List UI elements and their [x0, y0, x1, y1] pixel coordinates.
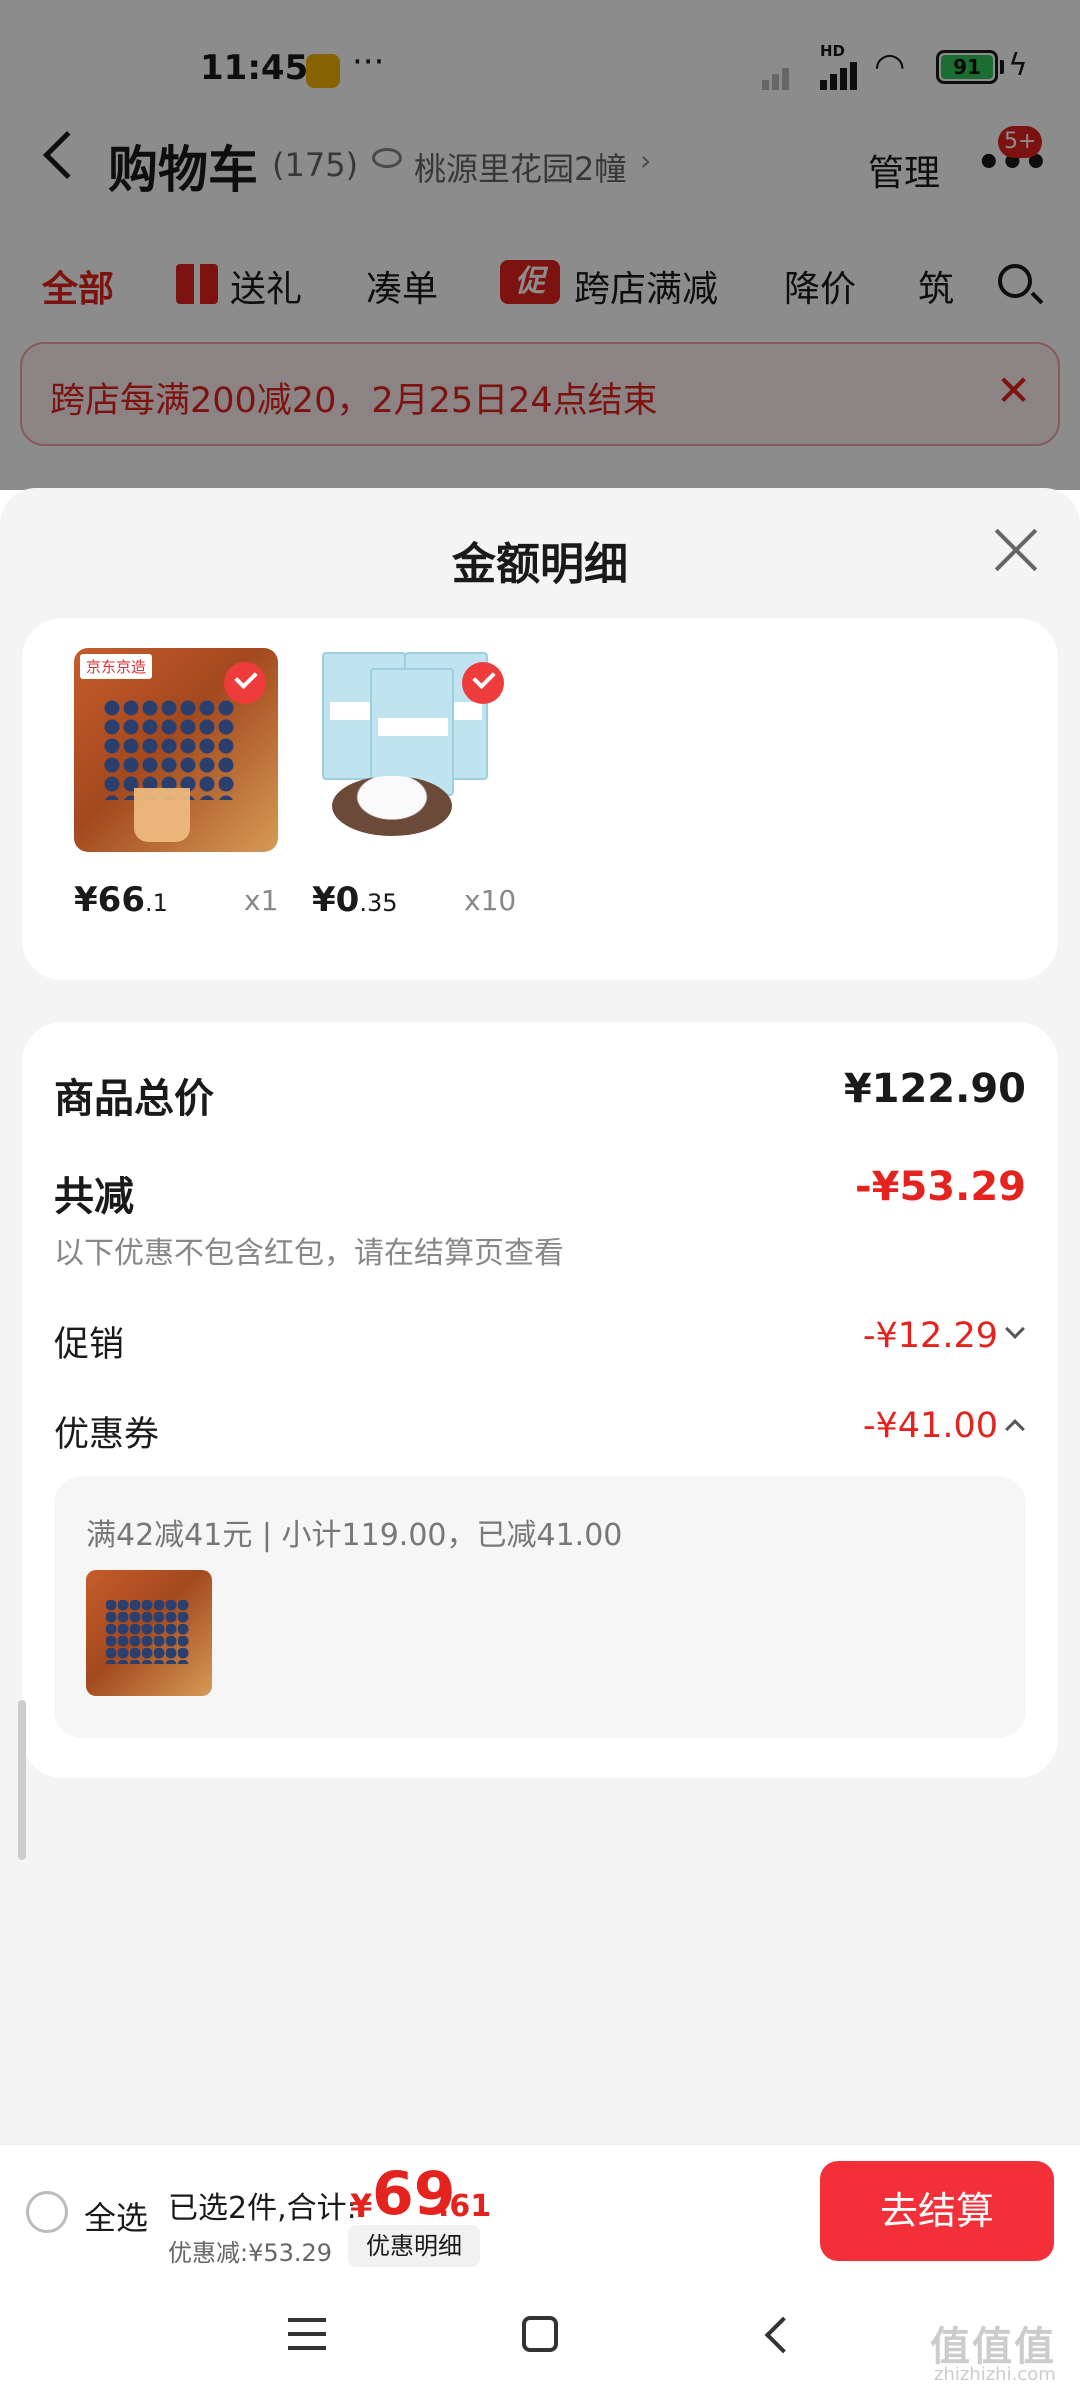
discount-detail-button[interactable]: 优惠明细 [348, 2225, 480, 2267]
promotion-row[interactable]: 促销 -¥12.29 [54, 1316, 1026, 1367]
price-summary-card: 商品总价 ¥122.90 共减 -¥53.29 以下优惠不包含红包，请在结算页查… [22, 1022, 1058, 1778]
coupon-product-thumbnail[interactable] [86, 1570, 212, 1696]
reduction-value: -¥53.29 [855, 1164, 1026, 1210]
promotion-value: -¥12.29 [862, 1316, 998, 1356]
recent-apps-icon[interactable] [288, 2318, 326, 2350]
modal-overlay[interactable] [0, 0, 1080, 490]
coupon-detail-box: 满42减41元 | 小计119.00，已减41.00 [54, 1476, 1026, 1738]
product-qty: x1 [244, 884, 279, 917]
home-icon[interactable] [522, 2316, 558, 2352]
total-reduction-row: 共减 -¥53.29 [54, 1164, 1026, 1222]
promotion-label: 促销 [54, 1325, 125, 1365]
close-icon[interactable] [988, 524, 1040, 576]
checked-icon [224, 662, 266, 704]
selected-products-card: 京东京造 ¥66.1 x1 ¥0.35 x10 [22, 618, 1058, 980]
reduction-note: 以下优惠不包含红包，请在结算页查看 [54, 1236, 564, 1271]
brand-label: 京东京造 [80, 654, 153, 679]
checkout-bar: 全选 已选2件,合计: ¥ 69 .61 优惠减:¥53.29 优惠明细 去结算 [0, 2144, 1080, 2274]
total-value: ¥122.90 [843, 1066, 1026, 1112]
coupon-label: 优惠券 [54, 1415, 160, 1455]
discount-summary: 优惠减:¥53.29 [168, 2239, 333, 2267]
total-label: 商品总价 [54, 1076, 214, 1122]
product-image-baking-soda[interactable] [312, 648, 516, 852]
coupon-row[interactable]: 优惠券 -¥41.00 [54, 1406, 1026, 1457]
scrollbar[interactable] [18, 1700, 26, 1860]
reduction-label: 共减 [54, 1174, 134, 1220]
coupon-detail-text: 满42减41元 | 小计119.00，已减41.00 [86, 1518, 623, 1553]
coupon-value: -¥41.00 [862, 1406, 998, 1446]
select-all-label[interactable]: 全选 [84, 2193, 148, 2239]
product-qty: x10 [464, 884, 517, 917]
reduction-note-row: 以下优惠不包含红包，请在结算页查看 [54, 1228, 1026, 1272]
checked-icon [462, 662, 504, 704]
chevron-up-icon[interactable] [1005, 1419, 1025, 1439]
total-price-row: 商品总价 ¥122.90 [54, 1066, 1026, 1124]
product-price: ¥0.35 [312, 880, 398, 920]
amount-detail-sheet: 金额明细 京东京造 ¥66.1 x1 ¥0.35 x10 商品总价 ¥122.9… [0, 488, 1080, 2144]
sheet-title: 金额明细 [452, 539, 628, 590]
product-price: ¥66.1 [74, 880, 168, 920]
selected-info: 已选2件,合计: [168, 2191, 357, 2226]
system-nav-bar: 值值值 zhizhizhi.com [0, 2274, 1080, 2400]
watermark-url: zhizhizhi.com [934, 2364, 1056, 2385]
checkout-button[interactable]: 去结算 [820, 2161, 1054, 2261]
chevron-down-icon[interactable] [1005, 1319, 1025, 1339]
select-all-checkbox[interactable] [26, 2191, 68, 2233]
total-currency: ¥ [350, 2187, 373, 2225]
back-nav-icon[interactable] [764, 2316, 802, 2354]
product-image-tea[interactable]: 京东京造 [74, 648, 278, 852]
total-amount-decimal: .61 [438, 2189, 492, 2224]
